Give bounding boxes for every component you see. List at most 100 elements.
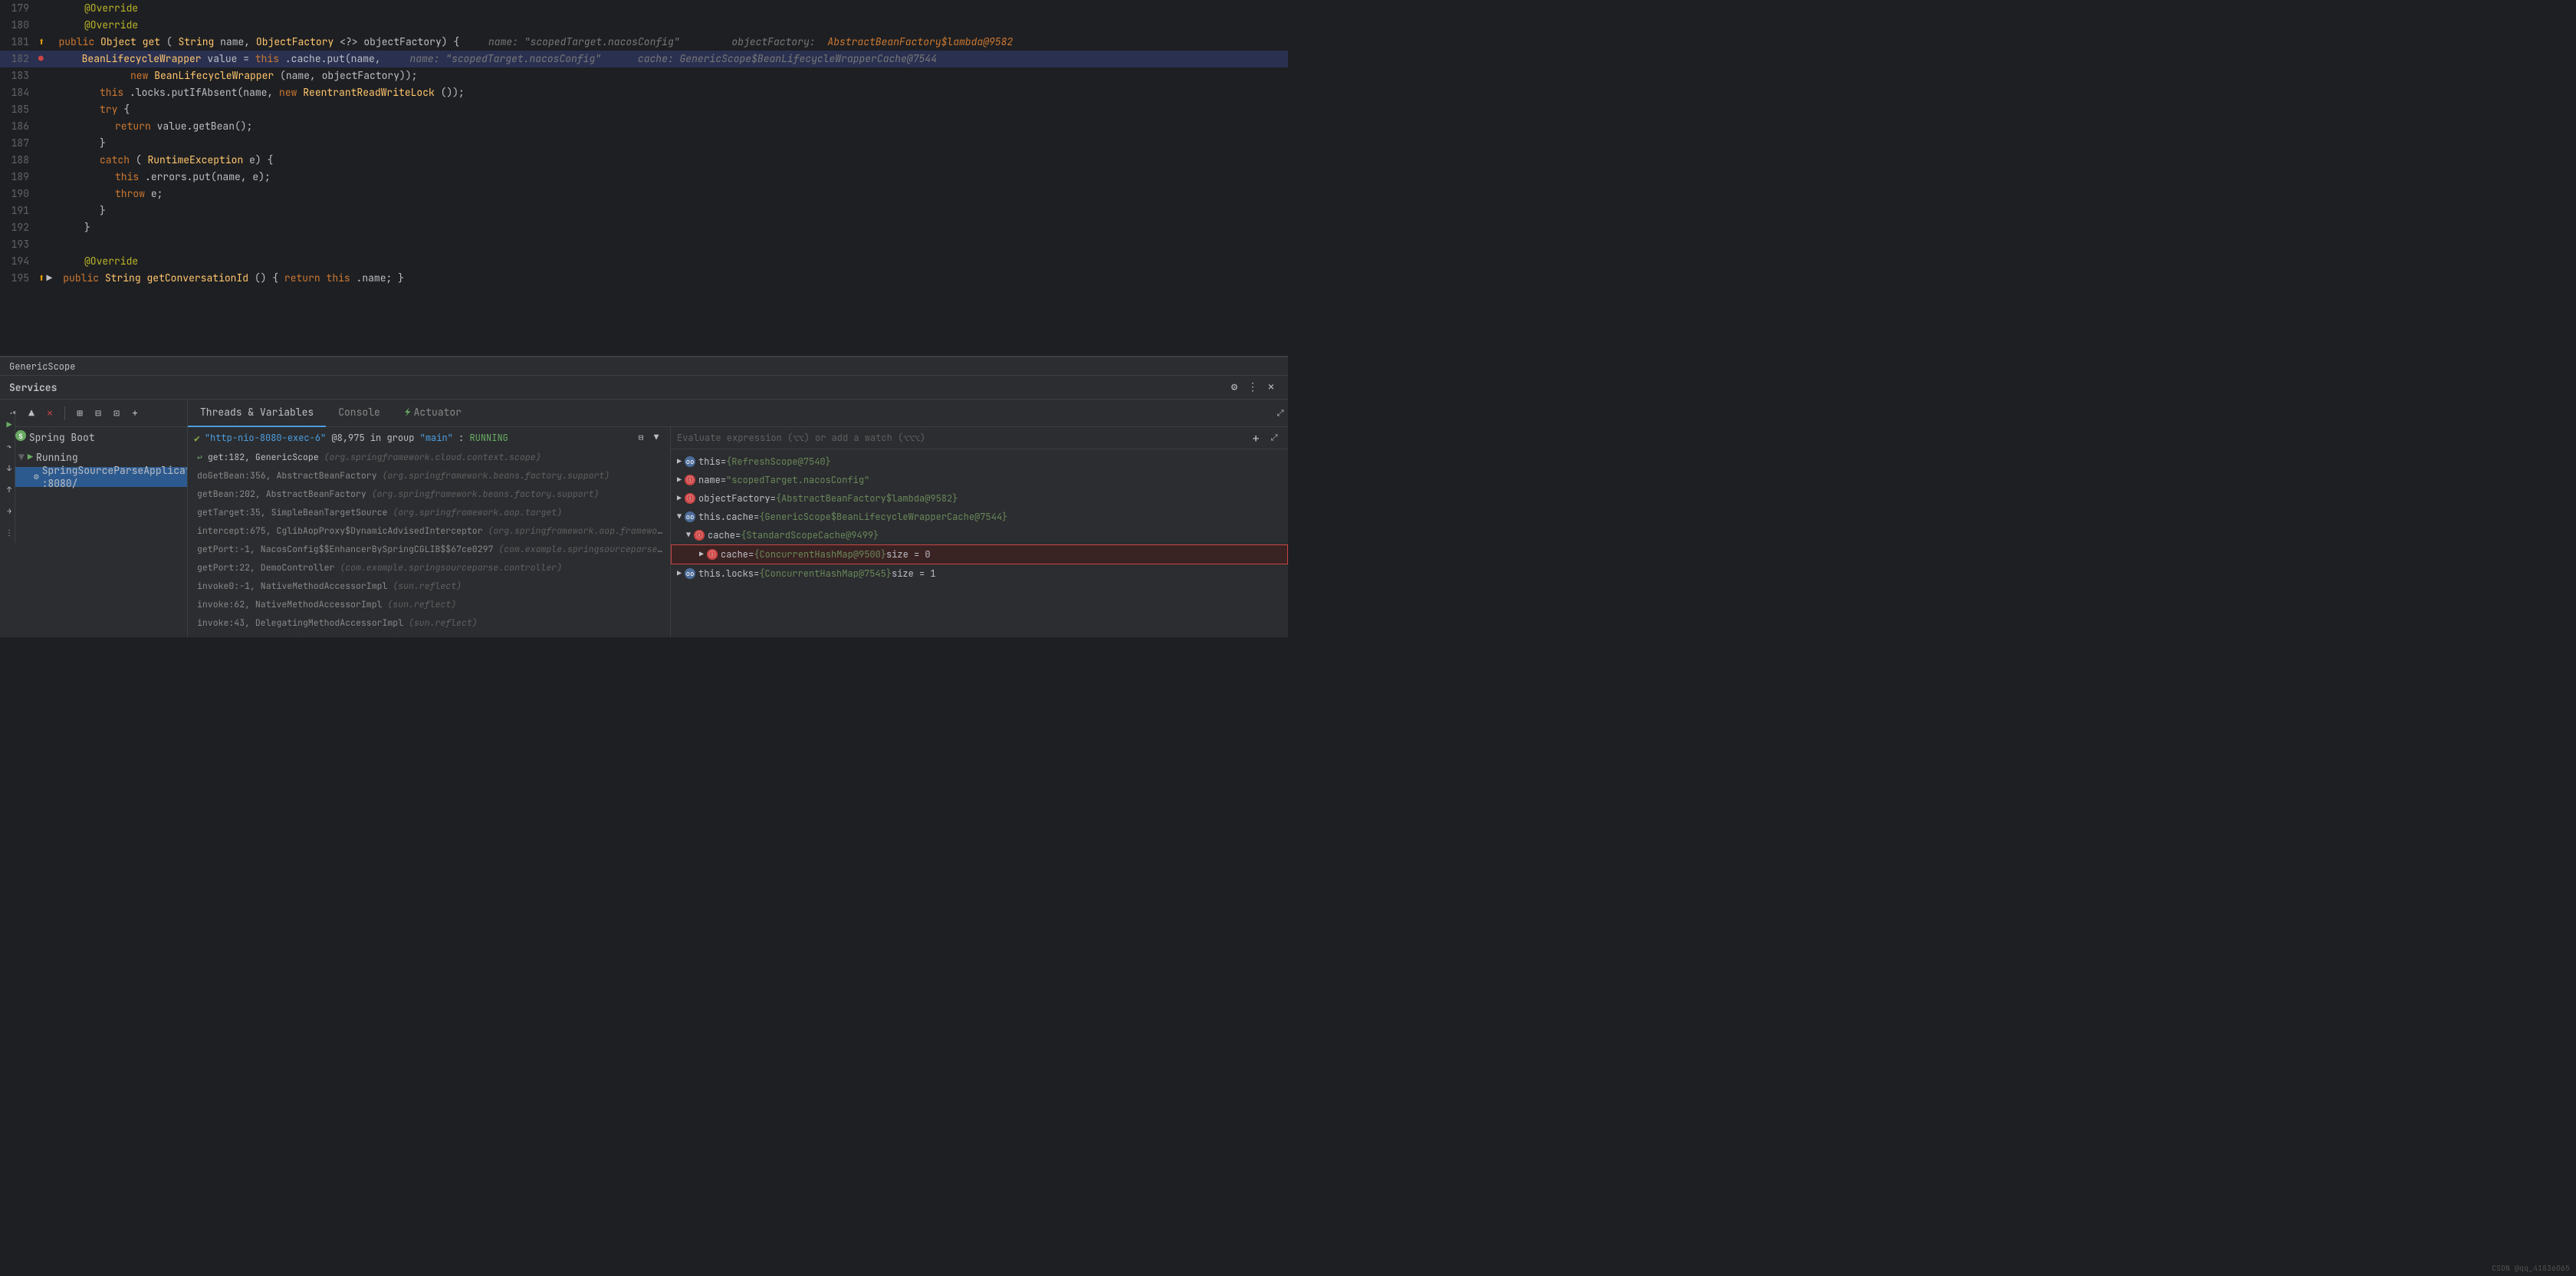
var-cache-l1[interactable]: ▼ ⓘ cache = {StandardScopeCache@9499} <box>671 526 1288 544</box>
services-header: Services ⚙ ⋮ ✕ <box>0 375 1288 400</box>
services-more-icon[interactable]: ⋮ <box>1245 380 1260 395</box>
code-line-194: 194 @Override <box>0 253 1288 270</box>
var-thiscache[interactable]: ▼ oo this.cache = {GenericScope$BeanLife… <box>671 508 1288 526</box>
thread-stack-8[interactable]: invoke:62, NativeMethodAccessorImpl (sun… <box>188 596 670 614</box>
thread-header-text: "http-nio-8080-exec-6" @8,975 in group "… <box>205 432 508 444</box>
code-line-179: 179 @Override <box>0 0 1288 17</box>
thread-stack-3[interactable]: getTarget:35, SimpleBeanTargetSource (or… <box>188 504 670 522</box>
filter-icon[interactable]: ⊟ <box>91 406 105 420</box>
vars-panel: ▶ oo this = {RefreshScope@7540} ▶ ⓘ name… <box>671 449 1288 637</box>
var-objectfactory[interactable]: ▶ ⓘ objectFactory = {AbstractBeanFactory… <box>671 489 1288 508</box>
step-into-btn[interactable]: ↓ <box>2 460 17 475</box>
breadcrumb-text: GenericScope <box>9 360 75 373</box>
group-icon[interactable]: ⊞ <box>73 406 87 420</box>
code-line-188: 188 catch ( RuntimeException e) { <box>0 152 1288 169</box>
debug-more-btn[interactable]: ⋮ <box>2 525 17 540</box>
services-header-icons: ⚙ ⋮ ✕ <box>1227 380 1279 395</box>
code-line-195: 195 ⬆ ▶ public String getConversationId … <box>0 270 1288 287</box>
var-icon-objfactory: ⓘ <box>685 493 695 504</box>
line-num-181: 181 <box>0 34 38 51</box>
breakpoint-arrow-181: ⬆ <box>38 34 44 51</box>
tree-item-app[interactable]: ⚙ SpringSourceParseApplication :8080/ <box>0 467 187 487</box>
services-title: Services <box>9 381 1227 394</box>
vars-watch-panel: Evaluate expression (⌥⌥) or add a watch … <box>671 427 1288 637</box>
code-line-184: 184 this .locks.putIfAbsent(name, new Re… <box>0 84 1288 101</box>
breakpoint-arrow-195: ⬆ <box>38 270 44 287</box>
var-icon-thislocks: oo <box>685 568 695 579</box>
bottom-panels: ↺ ▲ ✕ ⊞ ⊟ ⊡ + ▼ S Spring Boot ▼ ▶ Runnin… <box>0 400 1288 637</box>
thread-stack-7[interactable]: invoke0:-1, NativeMethodAccessorImpl (su… <box>188 577 670 596</box>
line-num-195: 195 <box>0 270 38 287</box>
var-icon-cache-l1: ⓘ <box>694 530 705 541</box>
code-container: 179 @Override 180 @Override 181 ⬆ public… <box>0 0 1288 356</box>
step-out-btn[interactable]: ↑ <box>2 482 17 497</box>
code-line-185: 185 try { <box>0 101 1288 118</box>
watermark: CSDN @qq_41836065 <box>2492 1263 2570 1273</box>
breadcrumb-bar: GenericScope <box>0 357 1288 375</box>
line-num-187: 187 <box>0 135 38 152</box>
tab-threads-variables[interactable]: Threads & Variables <box>188 400 326 427</box>
code-line-183: 183 new BeanLifecycleWrapper (name, obje… <box>0 67 1288 84</box>
thread-stack-10[interactable]: invoke:498, Method (java.lang.reflect) <box>188 633 670 637</box>
services-close-icon[interactable]: ✕ <box>1263 380 1279 395</box>
line-num-190: 190 <box>0 186 38 202</box>
var-icon-thiscache: oo <box>685 511 695 522</box>
services-toolbar: ↺ ▲ ✕ ⊞ ⊟ ⊡ + <box>0 400 187 427</box>
watch-placeholder-text: Evaluate expression (⌥⌥) or add a watch … <box>677 432 1245 444</box>
code-line-190: 190 throw e; <box>0 186 1288 202</box>
var-name[interactable]: ▶ ⓘ name = "scopedTarget.nacosConfig" <box>671 471 1288 489</box>
tab-actuator[interactable]: ⚡ Actuator <box>393 400 474 427</box>
line-num-184: 184 <box>0 84 38 101</box>
thread-stack-4[interactable]: intercept:675, CglibAopProxy$DynamicAdvi… <box>188 522 670 541</box>
thread-stack-0[interactable]: ↩ get:182, GenericScope (org.springframe… <box>188 449 670 467</box>
code-line-181: 181 ⬆ public Object get ( String name, O… <box>0 34 1288 51</box>
thread-stack-5[interactable]: getPort:-1, NacosConfig$$EnhancerBySprin… <box>188 541 670 559</box>
stop-icon[interactable]: ✕ <box>43 406 57 420</box>
line-num-188: 188 <box>0 152 38 169</box>
separator-1 <box>64 406 65 420</box>
line-num-180: 180 <box>0 17 38 34</box>
thread-stack-9[interactable]: invoke:43, DelegatingMethodAccessorImpl … <box>188 614 670 633</box>
services-settings-icon[interactable]: ⚙ <box>1227 380 1242 395</box>
maximize-panel-icon[interactable]: ⤢ <box>1273 406 1288 421</box>
threads-panel: ✔ "http-nio-8080-exec-6" @8,975 in group… <box>188 427 671 637</box>
watch-settings-icon[interactable]: ⤢ <box>1267 430 1282 446</box>
var-thislocks[interactable]: ▶ oo this.locks = {ConcurrentHashMap@754… <box>671 564 1288 583</box>
step-over-btn[interactable]: ↷ <box>2 439 17 454</box>
code-view: 179 @Override 180 @Override 181 ⬆ public… <box>0 0 1288 356</box>
thread-header: ✔ "http-nio-8080-exec-6" @8,975 in group… <box>188 427 670 449</box>
debug-content: ✔ "http-nio-8080-exec-6" @8,975 in group… <box>188 427 1288 637</box>
tab-console[interactable]: Console <box>326 400 393 427</box>
debug-tabs: Threads & Variables Console ⚡ Actuator ⤢ <box>188 400 1288 427</box>
resume-icon[interactable]: ▲ <box>25 406 38 420</box>
line-num-182: 182 <box>0 51 38 67</box>
expand-threads-icon[interactable]: ▼ <box>649 430 664 446</box>
line-num-192: 192 <box>0 219 38 236</box>
line-num-194: 194 <box>0 253 38 270</box>
var-icon-cache-l2: ⓘ <box>707 549 718 560</box>
running-label: Running <box>36 451 78 464</box>
tree-item-springboot[interactable]: ▼ S Spring Boot <box>0 427 187 447</box>
services-tree: ↺ ▲ ✕ ⊞ ⊟ ⊡ + ▼ S Spring Boot ▼ ▶ Runnin… <box>0 400 188 637</box>
line-num-185: 185 <box>0 101 38 118</box>
pin-icon[interactable]: ⊡ <box>110 406 123 420</box>
actuator-icon: ⚡ <box>405 406 411 419</box>
thread-stack-6[interactable]: getPort:22, DemoController (com.example.… <box>188 559 670 577</box>
add-watch-icon[interactable]: + <box>1248 430 1263 446</box>
thread-status-icon: ✔ <box>194 432 200 445</box>
thread-stack-1[interactable]: doGetBean:356, AbstractBeanFactory (org.… <box>188 467 670 485</box>
code-line-186: 186 return value.getBean(); <box>0 118 1288 135</box>
var-cache-l2[interactable]: ▶ ⓘ cache = {ConcurrentHashMap@9500} siz… <box>671 544 1288 564</box>
var-this[interactable]: ▶ oo this = {RefreshScope@7540} <box>671 452 1288 471</box>
resume-btn[interactable]: ▶ <box>2 417 17 432</box>
exec-marker-182: ● <box>38 51 44 67</box>
add-icon[interactable]: + <box>128 406 142 420</box>
filter-threads-icon[interactable]: ⊟ <box>633 430 649 446</box>
debug-panel: Threads & Variables Console ⚡ Actuator ⤢… <box>188 400 1288 637</box>
run-icon: ▶ <box>28 451 33 463</box>
app-label: SpringSourceParseApplication :8080/ <box>42 464 188 490</box>
thread-stack-2[interactable]: getBean:202, AbstractBeanFactory (org.sp… <box>188 485 670 504</box>
line-num-186: 186 <box>0 118 38 135</box>
run-to-cursor-btn[interactable]: → <box>2 503 17 518</box>
code-line-189: 189 this .errors.put(name, e); <box>0 169 1288 186</box>
